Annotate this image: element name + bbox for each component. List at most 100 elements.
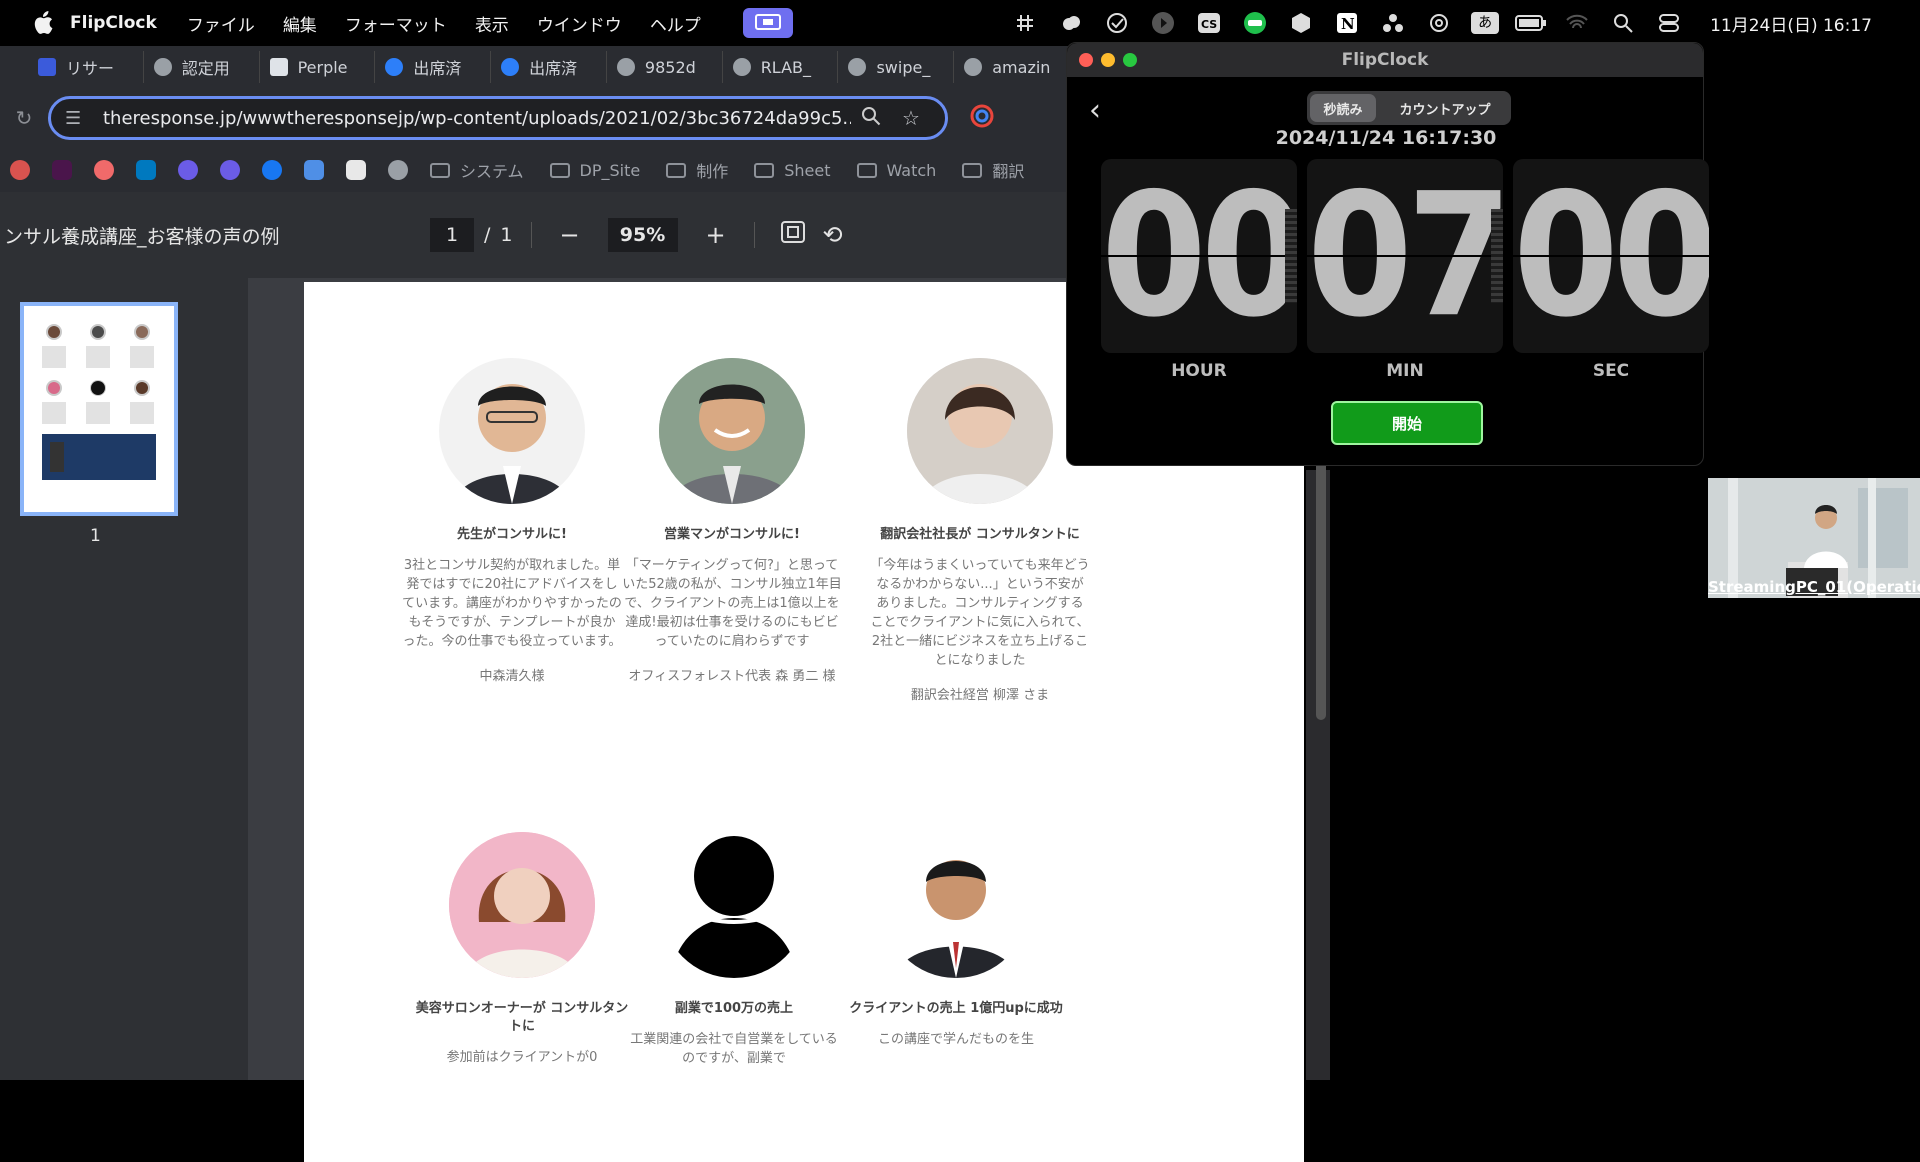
testimonial-body: 工業関連の会社で自営業をしているのですが、副業で <box>630 1032 838 1066</box>
slack-icon[interactable] <box>52 160 72 180</box>
globe-icon[interactable] <box>388 160 408 180</box>
testimonial-avatar <box>659 358 805 504</box>
testimonial-card: 営業マンがコンサルに! 「マーケティングって何?」と思っていた52歳の私が、コン… <box>622 358 842 686</box>
check-circle-icon[interactable] <box>1094 0 1140 46</box>
cube-icon[interactable] <box>1278 0 1324 46</box>
browser-tab[interactable]: 9852d <box>607 51 723 83</box>
apple-icon[interactable] <box>30 10 56 36</box>
dots-icon[interactable] <box>1370 0 1416 46</box>
testimonial-card: 翻訳会社社長が コンサルタントに 「今年はうまくいっていても来年どうなるかわから… <box>870 358 1090 705</box>
bookmark-icon[interactable] <box>220 160 240 180</box>
menu-edit[interactable]: 編集 <box>283 11 317 36</box>
bookmark-star-icon[interactable]: ☆ <box>891 106 931 130</box>
testimonial-heading: 営業マンがコンサルに! <box>664 527 800 542</box>
bookmark-folder[interactable]: DP_Site <box>549 161 640 180</box>
reload-icon[interactable]: ↻ <box>0 106 48 130</box>
tab-title: 出席済 <box>529 59 578 78</box>
cloud-icon[interactable] <box>1048 0 1094 46</box>
testimonial-signature: オフィスフォレスト代表 森 勇二 様 <box>628 669 836 684</box>
menu-file[interactable]: ファイル <box>187 11 255 36</box>
tab-title: リサー <box>66 59 115 78</box>
address-bar[interactable]: ☰ theresponse.jp/wwwtheresponsejp/wp-con… <box>48 96 948 140</box>
battery-icon[interactable] <box>1508 0 1554 46</box>
rotate-icon[interactable]: ⟲ <box>813 221 853 249</box>
app-name[interactable]: FlipClock <box>70 13 157 33</box>
control-center-icon[interactable] <box>1646 0 1692 46</box>
facebook-icon[interactable] <box>262 160 282 180</box>
screen-share-icon[interactable] <box>742 8 793 38</box>
menu-window[interactable]: ウインドウ <box>537 11 622 36</box>
folder-icon <box>856 162 877 178</box>
page-total: 1 <box>500 224 513 246</box>
min-label: MIN <box>1386 361 1424 381</box>
svg-text:N: N <box>1341 15 1355 33</box>
calendar-icon[interactable] <box>304 160 324 180</box>
url-text[interactable]: theresponse.jp/wwwtheresponsejp/wp-conte… <box>103 108 851 129</box>
bookmark-icon[interactable] <box>178 160 198 180</box>
folder-icon <box>430 162 450 178</box>
segment-countdown[interactable]: 秒読み <box>1310 94 1376 122</box>
flip-seam <box>1101 255 1297 257</box>
testimonial-card: 副業で100万の売上 工業関連の会社で自営業をしているのですが、副業で <box>624 832 844 1068</box>
bookmark-folder[interactable]: Watch <box>856 161 936 180</box>
zoom-button[interactable] <box>1123 53 1137 67</box>
bookmark-folder[interactable]: 翻訳 <box>962 158 1024 182</box>
hour-label: HOUR <box>1171 361 1227 381</box>
page-thumbnail[interactable] <box>20 302 178 516</box>
browser-tab[interactable]: リサー <box>28 51 144 83</box>
search-icon[interactable] <box>1600 0 1646 46</box>
zoom-in-button[interactable]: + <box>696 221 736 249</box>
wifi-icon[interactable] <box>1554 0 1600 46</box>
amazon-icon[interactable] <box>346 160 366 180</box>
sec-label: SEC <box>1592 361 1630 381</box>
trello-icon[interactable] <box>136 160 156 180</box>
close-button[interactable] <box>1079 53 1093 67</box>
zoom-level[interactable]: 95% <box>607 218 678 252</box>
notion-icon[interactable]: N <box>1324 0 1370 46</box>
zoom-lens-icon[interactable] <box>851 106 891 131</box>
minimize-button[interactable] <box>1101 53 1115 67</box>
browser-tab[interactable]: amazin <box>954 51 1071 83</box>
testimonial-heading: 美容サロンオーナーが コンサルタントに <box>415 1001 629 1034</box>
menu-view[interactable]: 表示 <box>475 11 509 36</box>
bookmark-folder[interactable]: Sheet <box>754 161 831 180</box>
menubar-clock[interactable]: 11月24日(日) 16:17 <box>1710 11 1872 36</box>
flip-card-seconds: 00 <box>1513 159 1709 353</box>
browser-tab[interactable]: 出席済 <box>491 51 607 83</box>
bookmark-folder[interactable]: 制作 <box>666 158 728 182</box>
flipclock-title: FlipClock <box>1341 50 1429 70</box>
back-chevron-icon[interactable]: ‹ <box>1089 93 1101 128</box>
extension-icon[interactable] <box>962 104 1002 132</box>
folder-icon <box>754 162 775 178</box>
browser-tab[interactable]: 認定用 <box>144 51 260 83</box>
start-button[interactable]: 開始 <box>1331 401 1483 445</box>
thumbnail-page-number: 1 <box>90 526 101 546</box>
flipclock-datetime: 2024/11/24 16:17:30 <box>1275 127 1497 149</box>
pdf-viewport[interactable]: 先生がコンサルに! 3社とコンサル契約が取れました。単発ではすでに20社にアドバ… <box>248 278 1304 1162</box>
fit-page-icon[interactable] <box>773 221 813 249</box>
tab-title: 出席済 <box>413 59 462 78</box>
browser-tab[interactable]: Perple <box>260 51 376 83</box>
input-method-icon[interactable]: あ <box>1462 0 1508 46</box>
openai-icon[interactable] <box>1416 0 1462 46</box>
bookmark-folder[interactable]: システム <box>430 158 524 182</box>
bookmark-icon[interactable] <box>10 160 30 180</box>
tab-favicon <box>153 58 172 76</box>
tab-favicon <box>269 58 288 76</box>
segment-countup[interactable]: カウントアップ <box>1379 91 1511 125</box>
browser-tab[interactable]: 出席済 <box>375 51 492 83</box>
page-number-input[interactable]: 1 <box>430 218 474 252</box>
hash-icon[interactable] <box>1002 0 1048 46</box>
play-icon[interactable] <box>1140 0 1186 46</box>
browser-tab[interactable]: swipe_ <box>838 51 955 83</box>
zoom-out-button[interactable]: − <box>550 221 590 249</box>
browser-tab[interactable]: RLAB_ <box>723 51 839 83</box>
menu-help[interactable]: ヘルプ <box>650 11 701 36</box>
flip-card-hours: 00 <box>1101 159 1297 353</box>
cs-icon[interactable]: CS <box>1186 0 1232 46</box>
menu-format[interactable]: フォーマット <box>345 11 447 36</box>
asana-icon[interactable] <box>94 160 114 180</box>
line-icon[interactable] <box>1232 0 1278 46</box>
testimonial-card: 美容サロンオーナーが コンサルタントに 参加前はクライアントが0 <box>412 832 632 1067</box>
site-settings-icon[interactable]: ☰ <box>65 108 87 129</box>
